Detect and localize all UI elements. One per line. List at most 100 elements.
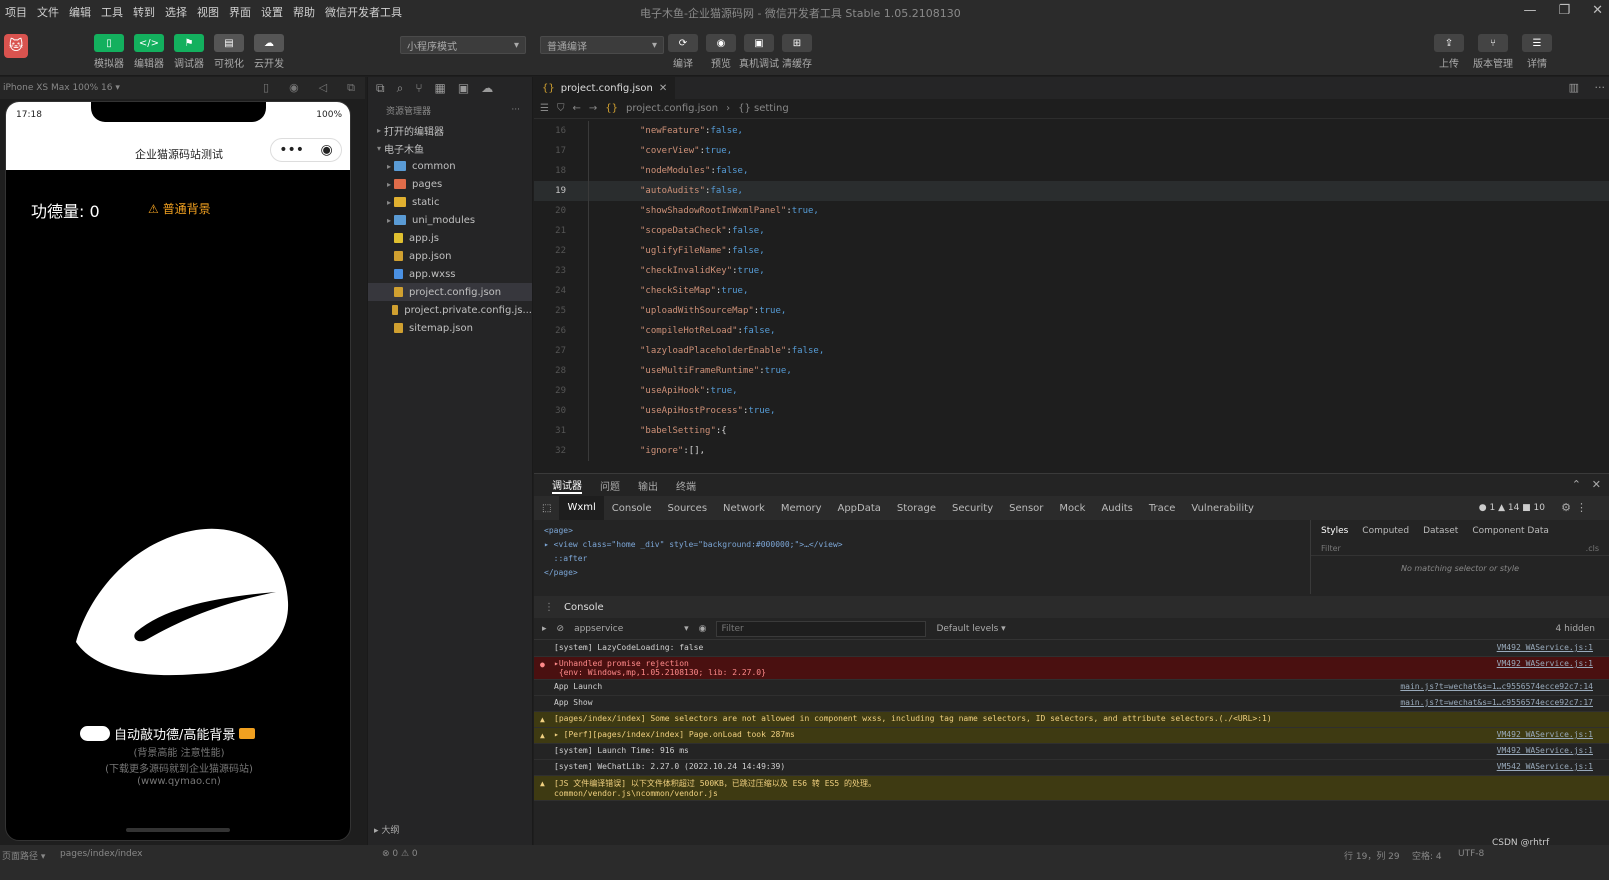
eye-icon[interactable]: ◉	[699, 624, 707, 634]
restore-icon[interactable]: ❐	[1558, 3, 1570, 18]
wooden-fish-icon[interactable]	[66, 522, 296, 682]
console-source-link[interactable]: VM492 WAService.js:1	[1497, 659, 1593, 677]
compile-select[interactable]: 普通编译 ▾	[540, 36, 664, 54]
phone-icon[interactable]: ▯	[263, 81, 269, 95]
style-tab-3[interactable]: Component Data	[1472, 526, 1549, 536]
code-lines[interactable]: 16 "newFeature": false, 17 "coverView": tru…	[534, 121, 1609, 461]
extensions-icon[interactable]: ▦	[435, 81, 446, 95]
minimize-icon[interactable]: —	[1523, 3, 1536, 18]
kebab-icon[interactable]: ⋮	[1576, 501, 1587, 514]
log-levels-select[interactable]: Default levels ▾	[936, 624, 1005, 634]
mini-program-capsule[interactable]: ••• ◉	[270, 138, 342, 162]
menu-item-3[interactable]: 工具	[96, 4, 128, 20]
devtools-tab-trace[interactable]: Trace	[1141, 503, 1184, 514]
console-drawer-tab[interactable]: ⋮ Console	[534, 596, 1609, 618]
auto-merit-toggle[interactable]	[80, 726, 110, 741]
tree-item-sitemap-json[interactable]: sitemap.json	[368, 319, 532, 337]
more-icon[interactable]: •••	[279, 142, 304, 158]
bookmark-icon[interactable]: ⛉	[557, 103, 565, 114]
toolbar-right-button-2[interactable]: ☰ 详情	[1520, 34, 1554, 72]
inspect-icon[interactable]: ⬚	[534, 503, 559, 514]
cloud-icon[interactable]: ☁	[481, 81, 493, 95]
menu-item-2[interactable]: 编辑	[64, 4, 96, 20]
cls-toggle[interactable]: .cls	[1586, 544, 1599, 553]
more-icon[interactable]: ···	[511, 105, 520, 115]
menu-item-5[interactable]: 选择	[160, 4, 192, 20]
style-tab-1[interactable]: Computed	[1362, 526, 1409, 536]
styles-filter[interactable]: Filter	[1321, 544, 1341, 553]
menu-item-6[interactable]: 视图	[192, 4, 224, 20]
tree-item-app-wxss[interactable]: app.wxss	[368, 265, 532, 283]
devtools-tab-console[interactable]: Console	[604, 503, 660, 514]
clear-console-icon[interactable]: ⊘	[557, 624, 565, 634]
devtools-top-tab-1[interactable]: 问题	[600, 478, 620, 493]
toolbar-right-button-0[interactable]: ⇪ 上传	[1432, 34, 1466, 72]
devtools-tab-sensor[interactable]: Sensor	[1001, 503, 1051, 514]
devtools-tab-mock[interactable]: Mock	[1051, 503, 1093, 514]
devtools-top-tab-0[interactable]: 调试器	[552, 477, 582, 494]
wxml-node[interactable]: ::after	[544, 552, 1296, 566]
tab-project-config[interactable]: {} project.config.json ✕	[534, 77, 676, 99]
toolbar-button-4[interactable]: ☁ 云开发	[252, 34, 286, 72]
close-icon[interactable]: ◉	[321, 142, 333, 158]
encoding[interactable]: UTF-8	[1458, 849, 1484, 859]
menu-item-8[interactable]: 设置	[256, 4, 288, 20]
sidebar-toggle-icon[interactable]: ▸	[542, 624, 547, 634]
style-tab-2[interactable]: Dataset	[1423, 526, 1458, 536]
debug-icon[interactable]: ▣	[458, 81, 469, 95]
devtools-top-tab-3[interactable]: 终端	[676, 478, 696, 493]
toolbar-mid-button-3[interactable]: ⊞ 清缓存	[780, 34, 814, 72]
menu-item-7[interactable]: 界面	[224, 4, 256, 20]
toolbar-mid-button-1[interactable]: ◉ 预览	[704, 34, 738, 72]
devtools-tab-vulnerability[interactable]: Vulnerability	[1183, 503, 1262, 514]
menu-item-9[interactable]: 帮助	[288, 4, 320, 20]
avatar[interactable]: 🐱	[4, 34, 28, 58]
record-icon[interactable]: ◉	[289, 81, 299, 95]
search-icon[interactable]: ⌕	[397, 81, 404, 96]
menu-item-0[interactable]: 项目	[0, 4, 32, 20]
devtools-tab-wxml[interactable]: Wxml	[559, 496, 604, 520]
source-control-icon[interactable]: ⑂	[415, 81, 422, 95]
toolbar-right-button-1[interactable]: ⑂ 版本管理	[1473, 34, 1513, 72]
menu-item-1[interactable]: 文件	[32, 4, 64, 20]
menu-item-4[interactable]: 转到	[128, 4, 160, 20]
console-source-link[interactable]: main.js?t=wechat&s=1…c9556574ecce92c7:14	[1400, 682, 1593, 693]
tree-item-app-json[interactable]: app.json	[368, 247, 532, 265]
toolbar-button-2[interactable]: ⚑ 调试器	[172, 34, 206, 72]
gear-icon[interactable]: ⚙	[1561, 501, 1571, 514]
console-filter-input[interactable]: Filter	[716, 620, 927, 637]
cursor-position[interactable]: 行 19，列 29	[1344, 849, 1400, 862]
mode-select[interactable]: 小程序模式 ▾	[400, 36, 526, 54]
context-select[interactable]: appservice	[574, 624, 674, 634]
wxml-node[interactable]: ▸ <view class="home _div" style="backgro…	[544, 538, 1296, 552]
close-window-icon[interactable]: ✕	[1592, 3, 1603, 18]
tree-item-common[interactable]: ▸ common	[368, 157, 532, 175]
console-source-link[interactable]: VM492 WAService.js:1	[1497, 730, 1593, 741]
project-root[interactable]: ▾ 电子木鱼	[368, 139, 532, 157]
device-select[interactable]: iPhone XS Max 100% 16 ▾	[3, 83, 120, 93]
tree-item-static[interactable]: ▸ static	[368, 193, 532, 211]
devtools-tab-network[interactable]: Network	[715, 503, 773, 514]
open-editors-section[interactable]: ▸ 打开的编辑器	[368, 121, 532, 139]
tree-item-pages[interactable]: ▸ pages	[368, 175, 532, 193]
split-editor-icon[interactable]: ▥	[1569, 81, 1579, 94]
close-icon[interactable]: ✕	[659, 83, 667, 94]
menu-item-10[interactable]: 微信开发者工具	[320, 4, 407, 20]
toolbar-mid-button-2[interactable]: ▣ 真机调试	[739, 34, 779, 72]
problems-count[interactable]: ⊗ 0 ⚠ 0	[382, 849, 418, 859]
drawer-menu-icon[interactable]: ⋮	[544, 602, 554, 613]
console-source-link[interactable]: main.js?t=wechat&s=1…c9556574ecce92c7:17	[1400, 698, 1593, 709]
devtools-tab-storage[interactable]: Storage	[889, 503, 944, 514]
devtools-tab-sources[interactable]: Sources	[659, 503, 715, 514]
devtools-tab-memory[interactable]: Memory	[773, 503, 830, 514]
devtools-top-tab-2[interactable]: 输出	[638, 478, 658, 493]
style-tab-0[interactable]: Styles	[1321, 526, 1348, 536]
volume-icon[interactable]: ◁	[319, 81, 327, 95]
close-icon[interactable]: ✕	[1592, 478, 1601, 491]
issue-counts[interactable]: ● 1 ▲ 14 ■ 10	[1479, 503, 1545, 513]
tree-item-app-js[interactable]: app.js	[368, 229, 532, 247]
console-source-link[interactable]: VM492 WAService.js:1	[1497, 746, 1593, 757]
wxml-tree[interactable]: <page> ▸ <view class="home _div" style="b…	[534, 520, 1306, 594]
devtools-tab-appdata[interactable]: AppData	[829, 503, 888, 514]
forward-icon[interactable]: →	[589, 103, 597, 114]
